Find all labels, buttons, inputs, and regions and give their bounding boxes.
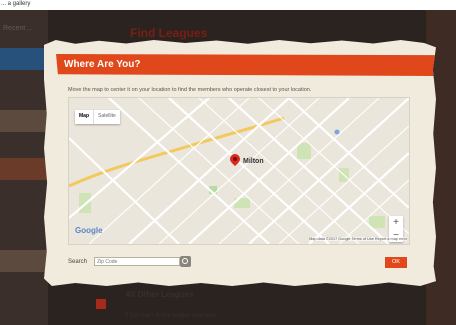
search-icon[interactable] [180, 256, 191, 267]
map-type-satellite-button[interactable]: Satellite [93, 110, 120, 124]
map-pin-center [233, 157, 237, 161]
background-thumbnail [0, 250, 48, 272]
background-thumbnail [0, 110, 48, 132]
background-top-bar: ... a gallery [0, 0, 456, 10]
google-logo[interactable]: Google [75, 226, 103, 235]
map-attribution[interactable]: Map data ©2017 Google Terms of Use Repor… [309, 237, 407, 241]
map-place-label: Milton [243, 158, 264, 165]
background-left-column [0, 10, 48, 325]
dialog-instructions: Move the map to center it on your locati… [68, 87, 312, 93]
map-type-map-button[interactable]: Map [75, 110, 93, 124]
search-label: Search [68, 259, 88, 265]
background-top-text: ... a gallery [1, 1, 31, 7]
search-input[interactable] [94, 257, 180, 266]
background-side-link[interactable]: Recent ... [3, 25, 33, 32]
background-thumbnail [0, 158, 48, 180]
map-type-control: Map Satellite [75, 110, 120, 124]
dialog-title: Where Are You? [64, 59, 141, 70]
background-footer-heading: All Other Leagues [125, 290, 194, 299]
dialog-header: Where Are You? [56, 54, 436, 76]
background-footer-text: If you can't find a league near you... [125, 313, 220, 319]
background-thumbnail [0, 48, 48, 70]
map-canvas[interactable]: Map Satellite Milton + − Google Map data… [68, 97, 410, 245]
zoom-in-button[interactable]: + [389, 216, 403, 229]
background-headline: Find Leagues [130, 26, 208, 40]
map-streets [69, 98, 409, 244]
ok-button[interactable]: OK [385, 257, 407, 268]
location-dialog: Where Are You? Move the map to center it… [44, 40, 436, 286]
background-red-square [96, 299, 106, 309]
